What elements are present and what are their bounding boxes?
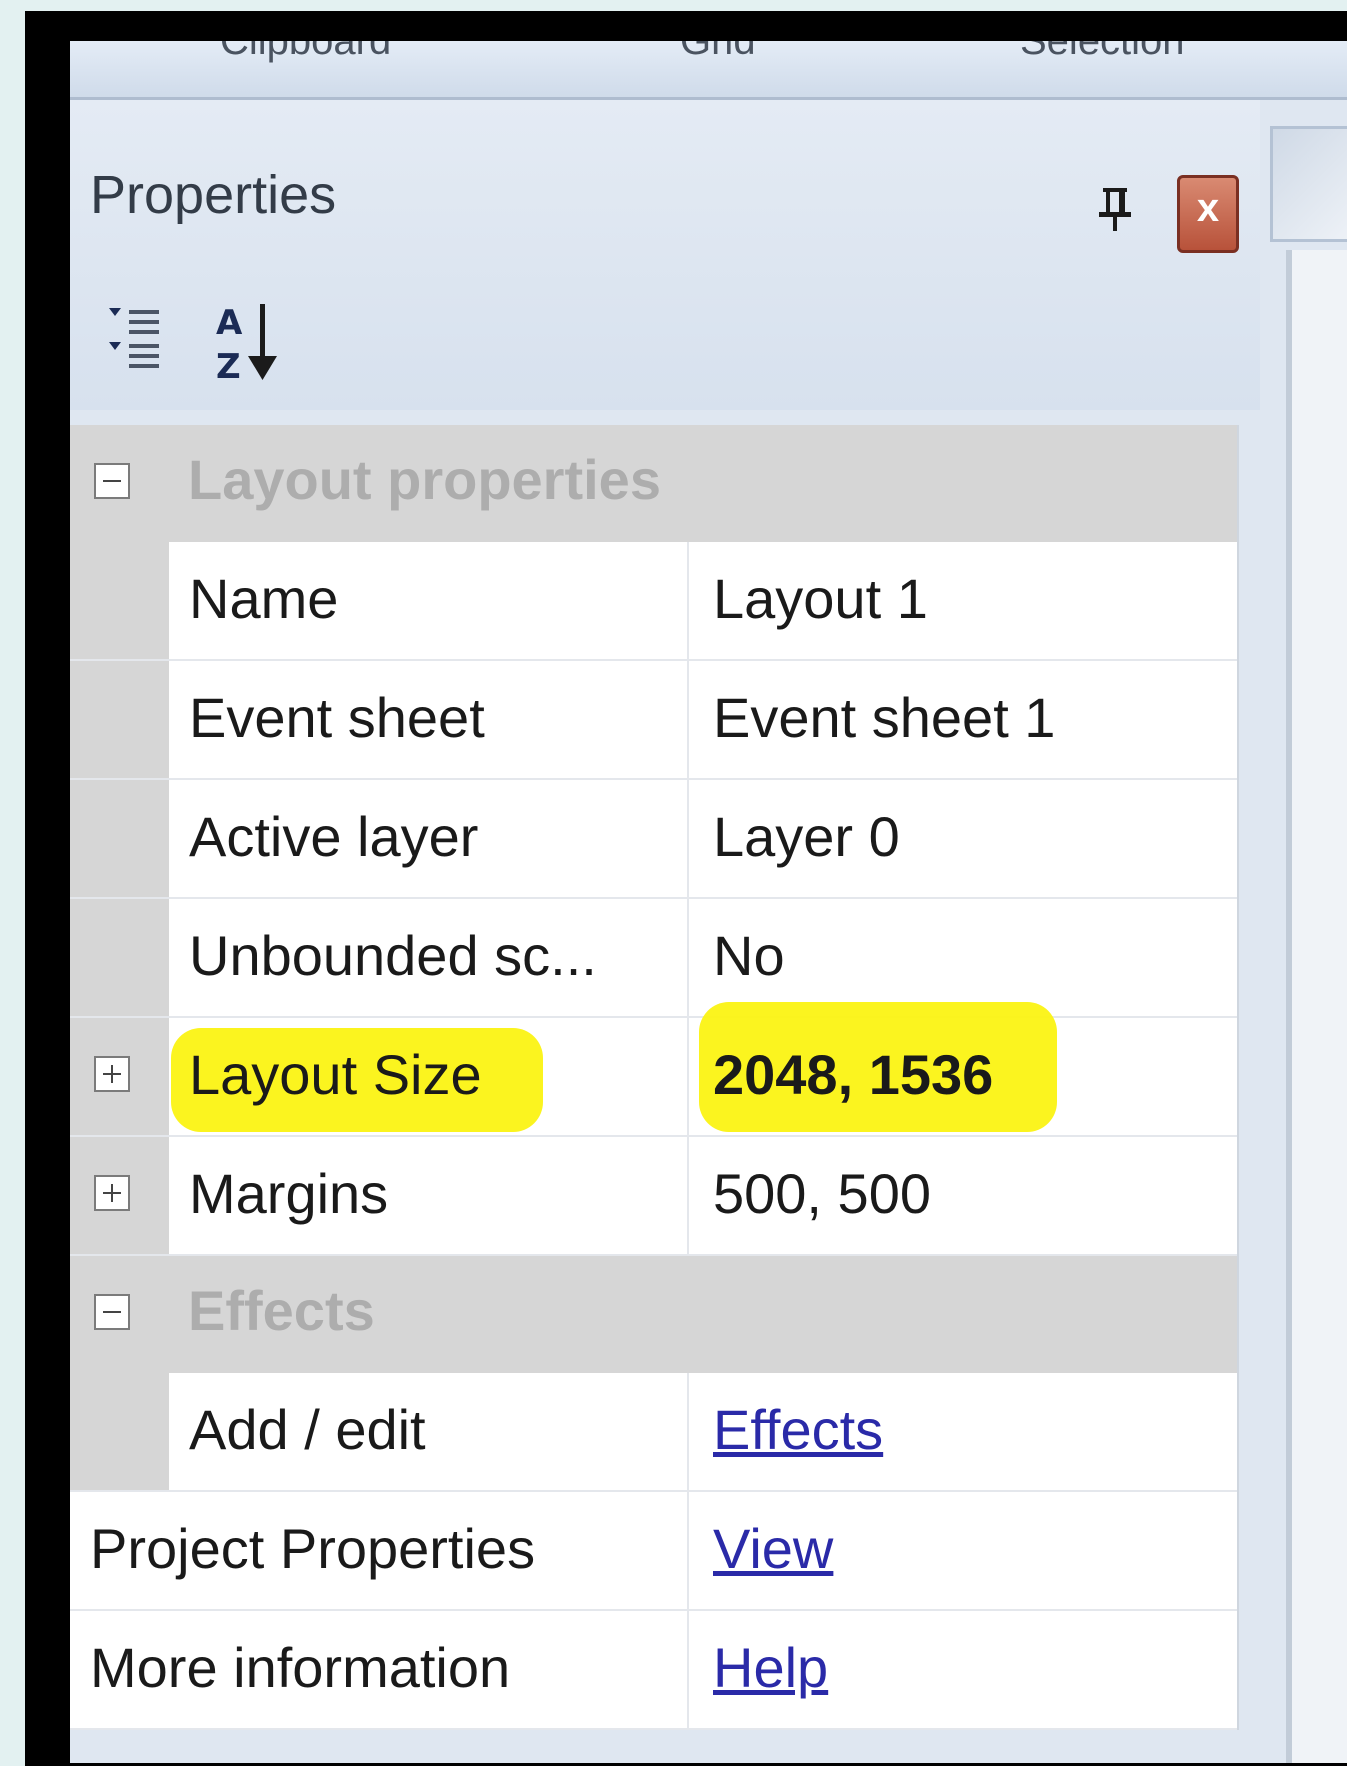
property-name-cell: Margins bbox=[169, 1137, 689, 1254]
row-gutter bbox=[70, 1018, 169, 1135]
pin-icon[interactable] bbox=[1095, 184, 1135, 234]
property-row-name[interactable]: Name Layout 1 bbox=[70, 542, 1237, 661]
property-value-cell[interactable]: Layout 1 bbox=[689, 542, 1237, 659]
close-button[interactable]: x bbox=[1177, 175, 1239, 253]
property-name-cell: Active layer bbox=[169, 780, 689, 897]
help-link[interactable]: Help bbox=[713, 1635, 828, 1700]
property-label: Margins bbox=[189, 1162, 389, 1225]
property-value[interactable]: Event sheet 1 bbox=[713, 685, 1055, 750]
property-name-cell: Project Properties bbox=[70, 1492, 689, 1609]
row-gutter bbox=[70, 1137, 169, 1254]
category-layout-properties[interactable]: Layout properties bbox=[70, 425, 1237, 542]
property-row-event-sheet[interactable]: Event sheet Event sheet 1 bbox=[70, 661, 1237, 780]
property-value[interactable]: 2048, 1536 bbox=[713, 1042, 993, 1107]
row-gutter bbox=[70, 899, 169, 1016]
svg-text:A: A bbox=[216, 303, 243, 343]
effects-link[interactable]: Effects bbox=[713, 1397, 883, 1462]
close-icon: x bbox=[1196, 186, 1220, 230]
panel-title: Properties bbox=[90, 165, 337, 225]
row-gutter bbox=[70, 661, 169, 778]
property-label: Event sheet bbox=[189, 686, 485, 749]
category-label: Effects bbox=[188, 1279, 375, 1342]
property-row-layout-size[interactable]: Layout Size 2048, 1536 bbox=[70, 1002, 1237, 1137]
row-gutter bbox=[70, 780, 169, 897]
ribbon-strip: Clipboard Grid Selection bbox=[70, 41, 1347, 100]
ribbon-group-selection[interactable]: Selection bbox=[1020, 41, 1185, 64]
category-effects[interactable]: Effects bbox=[70, 1256, 1237, 1373]
property-label: Unbounded sc... bbox=[189, 924, 597, 987]
layout-view-pane bbox=[1260, 100, 1347, 1763]
layout-tab[interactable] bbox=[1270, 126, 1347, 242]
property-value-cell[interactable]: No bbox=[689, 899, 1237, 1016]
view-link[interactable]: View bbox=[713, 1516, 833, 1581]
property-name-cell: Layout Size bbox=[169, 1018, 689, 1135]
property-row-more-information[interactable]: More information Help bbox=[70, 1611, 1237, 1730]
editor-window: Clipboard Grid Selection Properties x A … bbox=[70, 41, 1347, 1763]
property-value-cell[interactable]: Effects bbox=[689, 1373, 1237, 1490]
property-value-cell[interactable]: 2048, 1536 bbox=[689, 1002, 1237, 1135]
property-value[interactable]: 500, 500 bbox=[713, 1161, 931, 1226]
property-label: More information bbox=[90, 1636, 511, 1699]
row-gutter bbox=[70, 1373, 169, 1490]
category-label: Layout properties bbox=[188, 448, 661, 511]
property-name-cell: Add / edit bbox=[169, 1373, 689, 1490]
property-value[interactable]: Layout 1 bbox=[713, 566, 928, 631]
property-row-active-layer[interactable]: Active layer Layer 0 bbox=[70, 780, 1237, 899]
property-label: Name bbox=[189, 567, 339, 630]
property-name-cell: More information bbox=[70, 1611, 689, 1728]
screenshot-frame: Clipboard Grid Selection Properties x A … bbox=[25, 11, 1347, 1766]
property-value-cell[interactable]: View bbox=[689, 1492, 1237, 1609]
property-value[interactable]: Layer 0 bbox=[713, 804, 900, 869]
property-value-cell[interactable]: Layer 0 bbox=[689, 780, 1237, 897]
property-value-cell[interactable]: Help bbox=[689, 1611, 1237, 1728]
sort-az-icon[interactable]: A Z bbox=[210, 298, 300, 386]
property-value-cell[interactable]: Event sheet 1 bbox=[689, 661, 1237, 778]
expand-icon[interactable] bbox=[94, 1056, 130, 1092]
property-name-cell: Name bbox=[169, 542, 689, 659]
ribbon-group-grid[interactable]: Grid bbox=[680, 41, 756, 64]
property-label: Project Properties bbox=[90, 1517, 536, 1580]
layout-canvas[interactable] bbox=[1286, 250, 1347, 1763]
expand-icon[interactable] bbox=[94, 1175, 130, 1211]
property-row-project-properties[interactable]: Project Properties View bbox=[70, 1492, 1237, 1611]
property-name-cell: Event sheet bbox=[169, 661, 689, 778]
ribbon-group-clipboard[interactable]: Clipboard bbox=[220, 41, 391, 64]
property-label: Active layer bbox=[189, 805, 479, 868]
property-row-add-edit[interactable]: Add / edit Effects bbox=[70, 1373, 1237, 1492]
row-gutter bbox=[70, 542, 169, 659]
property-name-cell: Unbounded sc... bbox=[169, 899, 689, 1016]
svg-text:Z: Z bbox=[216, 347, 241, 386]
collapse-icon[interactable] bbox=[94, 1294, 130, 1330]
properties-panel: Properties x A Z Layout properties Name … bbox=[70, 100, 1260, 1763]
property-value[interactable]: No bbox=[713, 923, 785, 988]
property-grid: Layout properties Name Layout 1 Event sh… bbox=[70, 425, 1239, 1730]
properties-panel-header: Properties x A Z bbox=[70, 100, 1260, 410]
property-label: Add / edit bbox=[189, 1398, 426, 1461]
property-row-unbounded-scrolling[interactable]: Unbounded sc... No bbox=[70, 899, 1237, 1018]
collapse-icon[interactable] bbox=[94, 463, 130, 499]
property-label: Layout Size bbox=[189, 1043, 482, 1106]
categorized-icon[interactable] bbox=[105, 302, 175, 374]
property-value-cell[interactable]: 500, 500 bbox=[689, 1137, 1237, 1254]
property-row-margins[interactable]: Margins 500, 500 bbox=[70, 1137, 1237, 1256]
